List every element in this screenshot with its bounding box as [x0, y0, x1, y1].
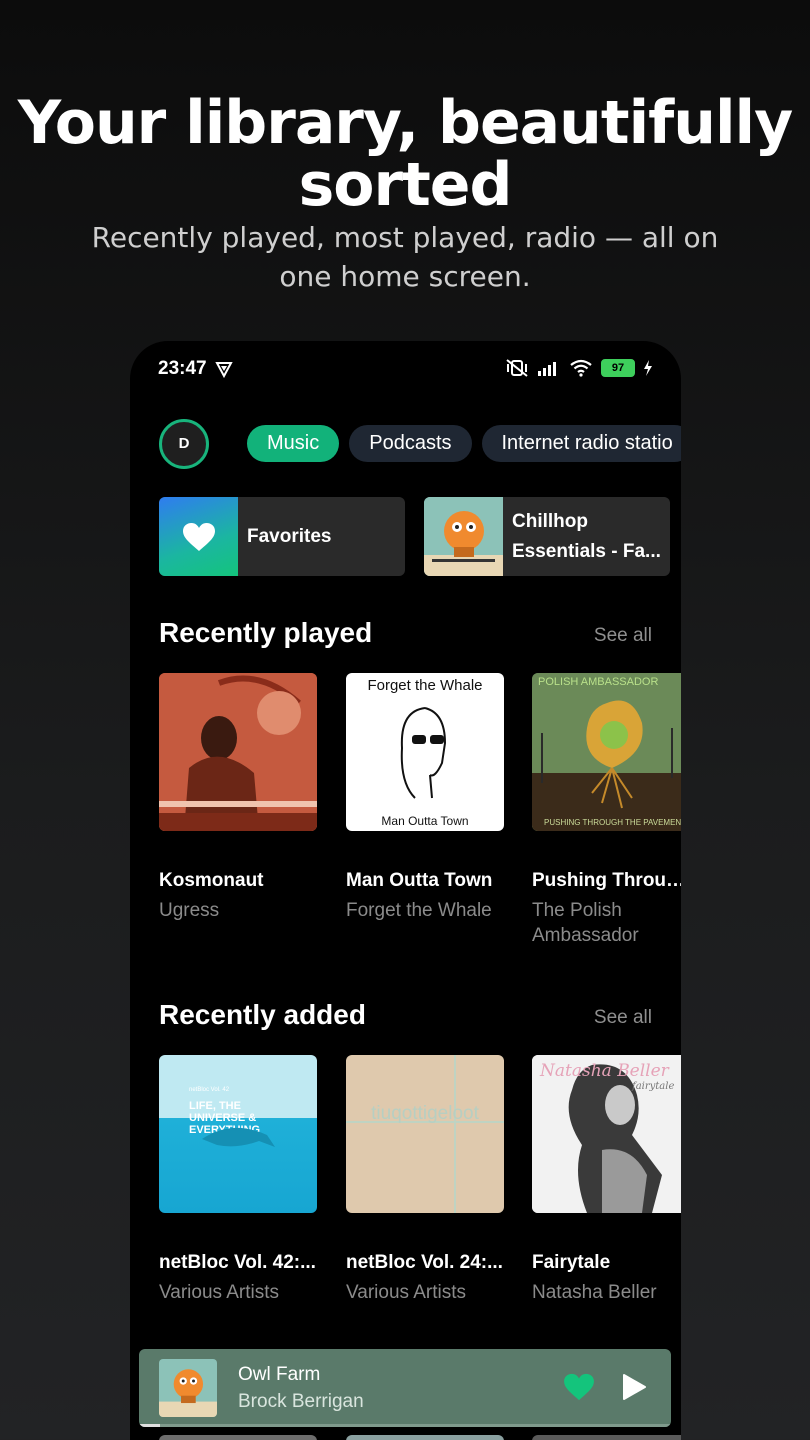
recently-played-title: Recently played: [159, 617, 373, 648]
album-art: [159, 673, 317, 831]
album-title: Kosmonaut: [159, 870, 264, 891]
favorite-heart-icon[interactable]: [563, 1373, 595, 1401]
play-icon[interactable]: [621, 1373, 647, 1401]
partial-album-art: [346, 1435, 504, 1440]
vibrate-icon: [506, 359, 528, 377]
category-chips: Music Podcasts Internet radio statio: [247, 425, 681, 462]
album-artist: The Polish Ambassador: [532, 900, 639, 946]
chip-internet-radio[interactable]: Internet radio statio: [481, 425, 681, 462]
album-artist: Various Artists: [346, 1282, 467, 1303]
owl-farm-cover-image: [159, 1359, 217, 1417]
face-illustration: [400, 707, 447, 799]
cover-top-text: POLISH AMBASSADOR: [538, 676, 659, 688]
polish-ambassador-cover-image: [532, 673, 681, 831]
recently-added-title: Recently added: [159, 999, 366, 1030]
playback-progress[interactable]: [139, 1424, 671, 1427]
shortcut-favorites[interactable]: Favorites: [159, 497, 405, 576]
heart-icon: [182, 522, 215, 551]
album-art: Natasha Beller fairytale: [532, 1055, 681, 1213]
album-card[interactable]: Forget the Whale Man Outta Town Man Outt…: [346, 673, 504, 923]
status-icons: 97: [505, 358, 653, 378]
now-playing-art: [159, 1359, 217, 1417]
cover-small-text: fairytale: [632, 1081, 675, 1092]
mini-player[interactable]: Owl Farm Brock Berrigan: [139, 1349, 671, 1427]
chip-podcasts[interactable]: Podcasts: [349, 425, 472, 462]
shortcut-chillhop[interactable]: Chillhop Essentials - Fa...: [424, 497, 670, 576]
shortcut-label: Favorites: [247, 525, 332, 547]
album-card[interactable]: Natasha Beller fairytale Fairytale Natas…: [532, 1055, 681, 1305]
cover-bottom-text: Man Outta Town: [381, 814, 469, 828]
cover-title-text: Natasha Beller: [540, 1061, 669, 1081]
cover-bottom-text: PUSHING THROUGH THE PAVEMENT: [544, 818, 681, 827]
album-artist: Ugress: [159, 900, 220, 921]
album-title: netBloc Vol. 24:...: [346, 1252, 503, 1273]
favorites-art: [159, 497, 238, 576]
promo-headline: Your library, beautifully sorted: [17, 88, 793, 220]
album-title: Man Outta Town: [346, 870, 493, 891]
recently-played-see-all[interactable]: See all: [594, 625, 652, 647]
wifi-icon: [570, 359, 592, 377]
status-time: 23:47: [158, 358, 207, 379]
cover-title-text: tiuqottigeloot: [371, 1103, 479, 1124]
album-artist: Various Artists: [159, 1282, 280, 1303]
cover-small-text: netBloc Vol. 42: [189, 1087, 230, 1093]
phone-screen: 23:47 97 D Music Podcasts Internet radio…: [130, 341, 681, 1440]
shortcut-label: Chillhop Essentials - Fa...: [512, 510, 661, 562]
album-artist: Forget the Whale: [346, 900, 492, 921]
album-art: tiuqottigeloot: [346, 1055, 504, 1213]
battery-indicator: 97: [601, 359, 635, 377]
album-card[interactable]: POLISH AMBASSADOR PUSHING THROUGH THE PA…: [532, 673, 681, 948]
album-art: netBloc Vol. 42 LIFE, THE UNIVERSE & EVE…: [159, 1055, 317, 1213]
album-art: Forget the Whale Man Outta Town: [346, 673, 504, 831]
recently-added-see-all[interactable]: See all: [594, 1007, 652, 1029]
now-playing-title: Owl Farm: [238, 1364, 321, 1385]
chillhop-cover-image: [424, 497, 503, 576]
album-title: Pushing Throug...: [532, 870, 681, 891]
kosmonaut-cover-image: [159, 673, 317, 831]
charging-icon: [644, 360, 652, 376]
partial-album-art: [532, 1435, 681, 1440]
signal-icon: [538, 362, 556, 376]
cover-top-text: Forget the Whale: [367, 677, 483, 694]
now-playing-artist: Brock Berrigan: [238, 1391, 364, 1412]
album-art: POLISH AMBASSADOR PUSHING THROUGH THE PA…: [532, 673, 681, 831]
playback-progress-fill: [139, 1424, 161, 1427]
status-bar: 23:47 97: [130, 341, 681, 397]
profile-avatar[interactable]: D: [159, 419, 209, 469]
chillhop-art: [424, 497, 503, 576]
promo-subhead: Recently played, most played, radio — al…: [91, 221, 719, 293]
partial-album-art: [159, 1435, 317, 1440]
vpn-icon: [215, 362, 233, 379]
album-title: Fairytale: [532, 1252, 611, 1273]
album-artist: Natasha Beller: [532, 1282, 657, 1303]
album-title: netBloc Vol. 42:...: [159, 1252, 316, 1273]
album-card[interactable]: Kosmonaut Ugress: [159, 673, 317, 923]
dolphin-illustration: [202, 1127, 275, 1147]
album-card[interactable]: tiuqottigeloot netBloc Vol. 24:... Vario…: [346, 1055, 504, 1305]
album-card[interactable]: netBloc Vol. 42 LIFE, THE UNIVERSE & EVE…: [159, 1055, 317, 1305]
chip-music[interactable]: Music: [247, 425, 340, 462]
